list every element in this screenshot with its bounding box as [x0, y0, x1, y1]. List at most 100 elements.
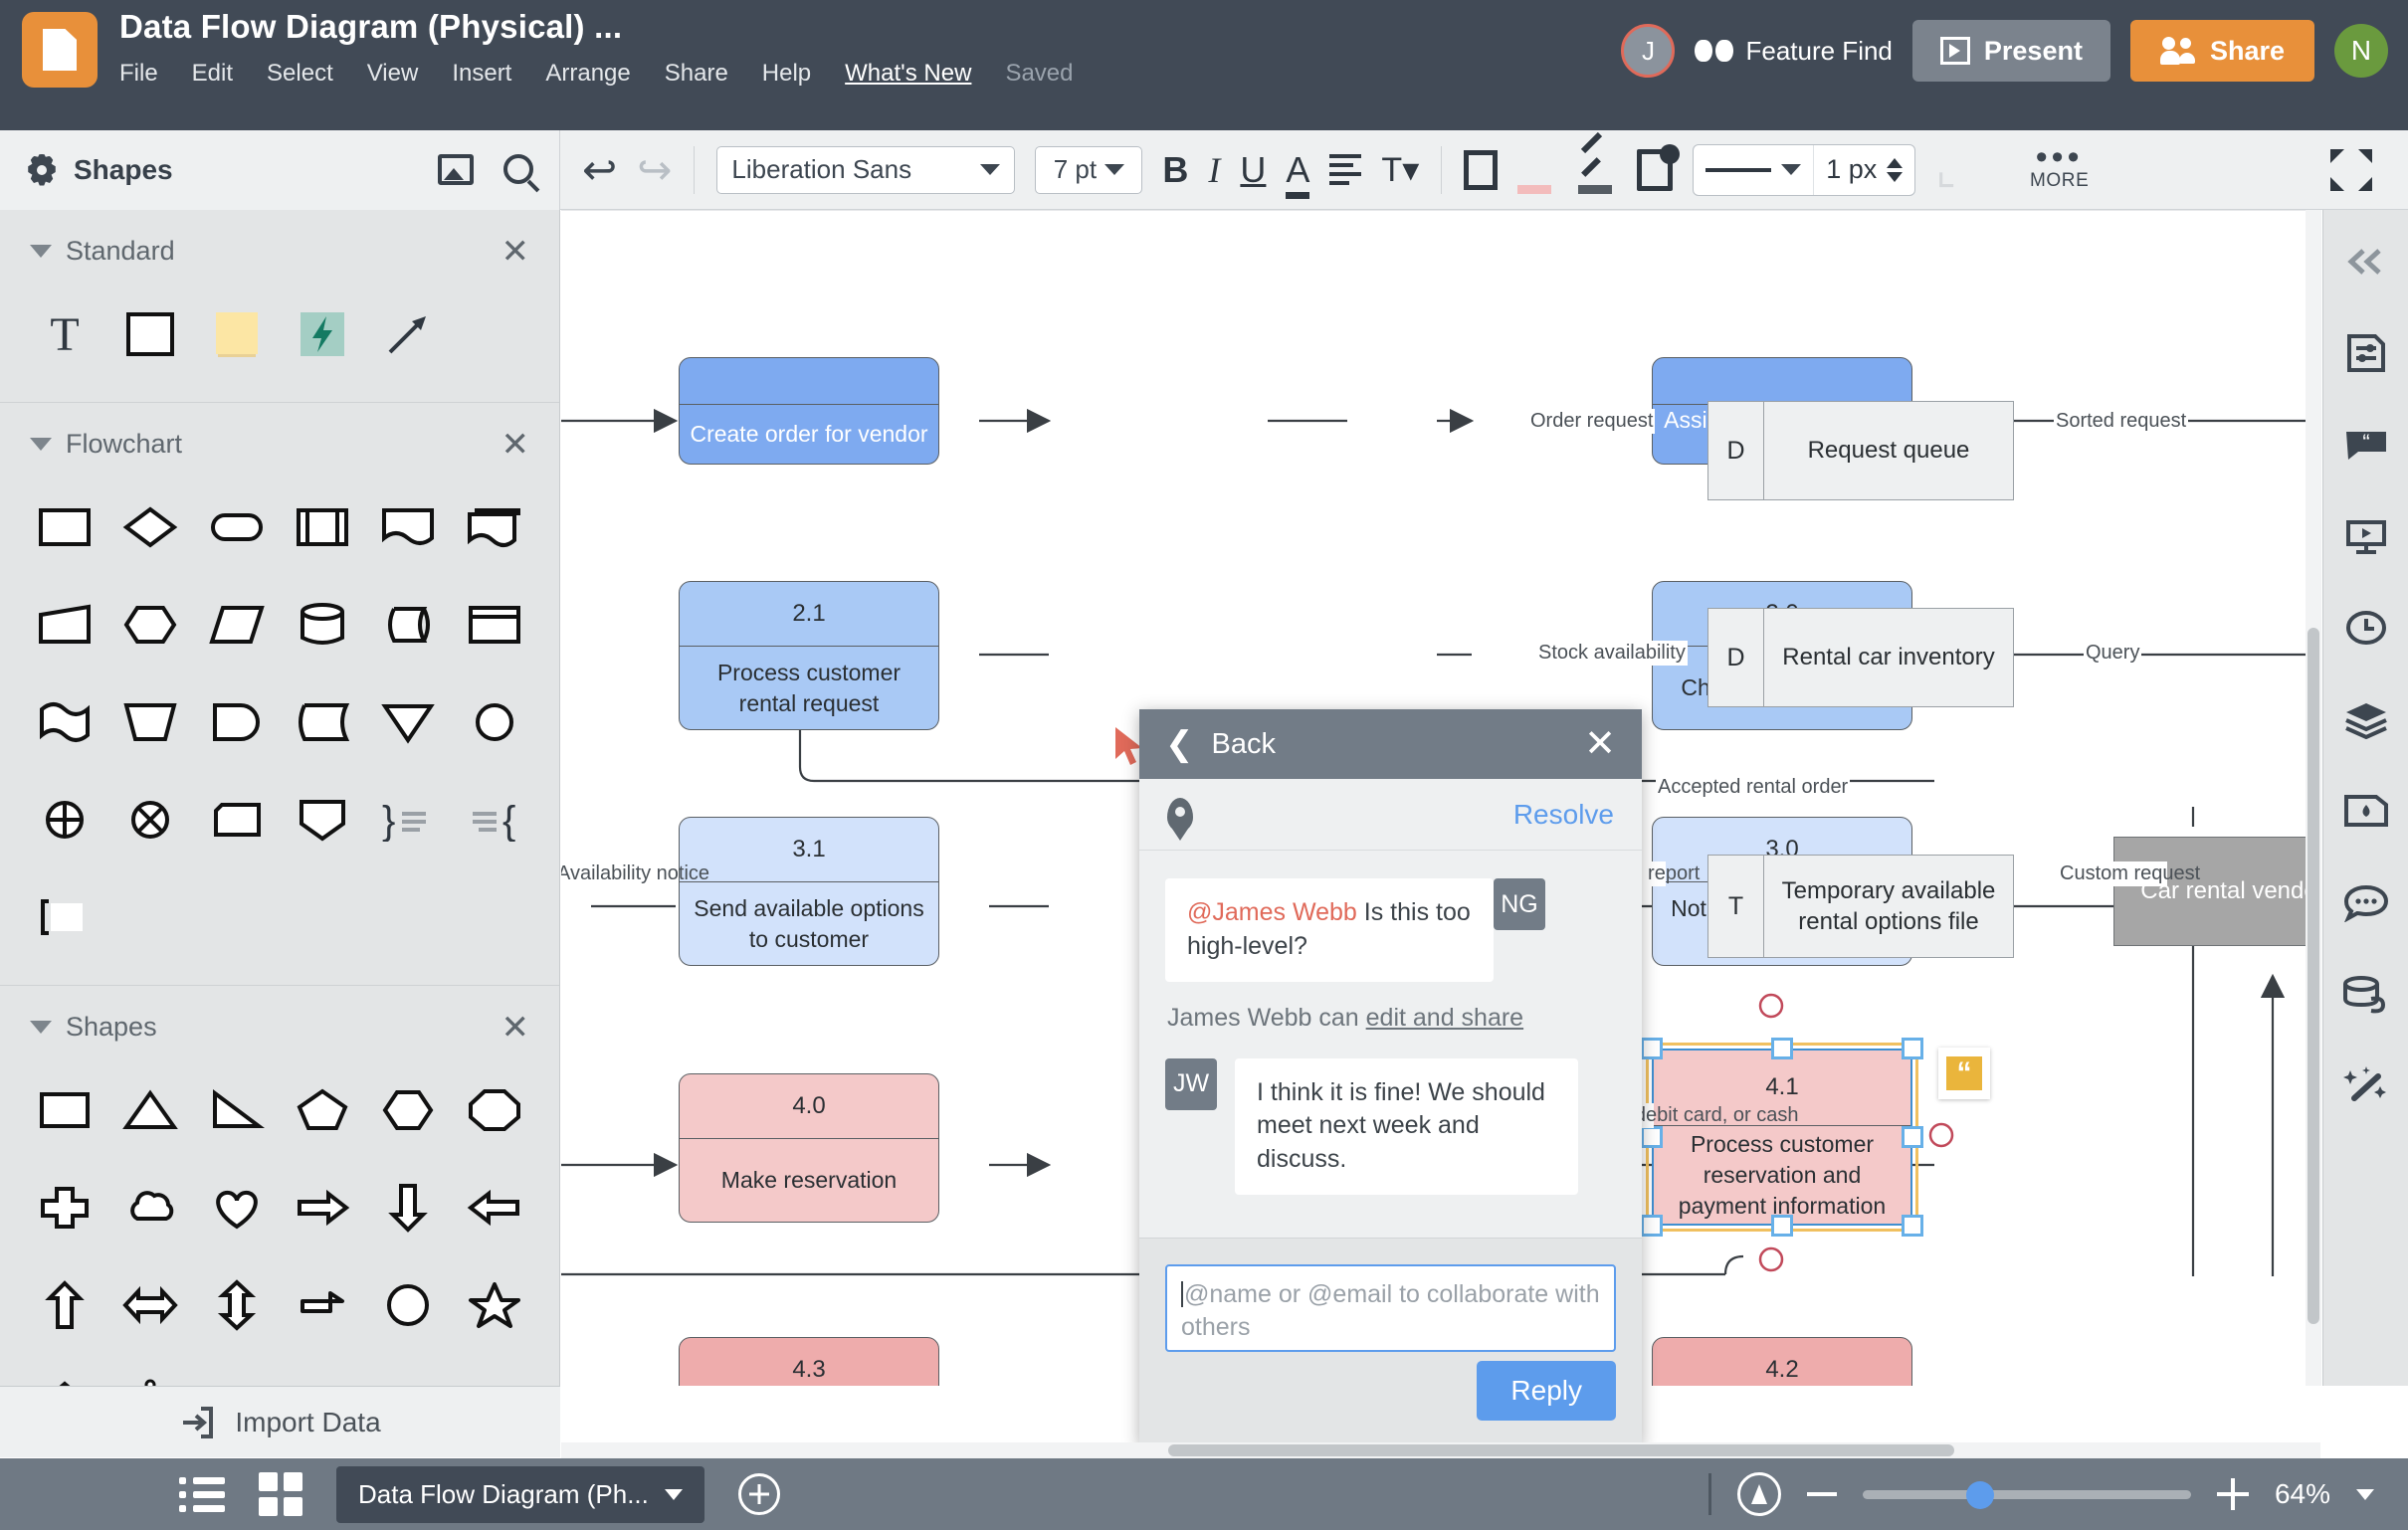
resize-handle-ne[interactable] [1902, 1038, 1923, 1059]
section-header-standard[interactable]: Standard ✕ [0, 210, 559, 285]
theme-icon[interactable] [2340, 785, 2392, 837]
shape-direct-data[interactable] [365, 585, 451, 665]
undo-icon[interactable]: ↩ [582, 148, 617, 191]
present-button[interactable]: Present [1911, 20, 2110, 82]
close-icon[interactable]: ✕ [502, 1011, 530, 1045]
page-title[interactable]: Data Flow Diagram (Physical) ... [119, 8, 1074, 46]
shape-predefined-process[interactable] [280, 487, 365, 567]
data-link-icon[interactable] [2340, 968, 2392, 1020]
diagram-node[interactable]: 2.1 Process customer rental request [679, 581, 939, 730]
menu-item-insert[interactable]: Insert [452, 60, 511, 88]
shape-hexagon[interactable] [365, 1070, 451, 1150]
presentation-icon[interactable] [2340, 510, 2392, 562]
shape-diamond[interactable] [22, 1363, 107, 1386]
menu-item-view[interactable]: View [367, 60, 419, 88]
text-align-icon[interactable] [1329, 154, 1362, 185]
font-family-select[interactable]: Liberation Sans [716, 145, 1016, 194]
section-header-shapes[interactable]: Shapes ✕ [0, 986, 559, 1060]
shape-frame-icon[interactable] [1464, 149, 1499, 190]
chevron-down-icon[interactable] [30, 245, 52, 258]
diagram-node[interactable]: 3.1 Send available options to customer [679, 817, 939, 966]
shape-data[interactable] [194, 585, 280, 665]
line-style-control[interactable]: 1 px [1693, 143, 1916, 196]
back-label[interactable]: Back [1212, 728, 1276, 761]
shape-card[interactable] [194, 780, 280, 860]
resolve-button[interactable]: Resolve [1513, 799, 1614, 831]
shape-pentagon[interactable] [280, 1070, 365, 1150]
list-view-icon[interactable] [179, 1476, 225, 1512]
navigation-compass-icon[interactable] [1736, 1472, 1781, 1516]
text-color-button[interactable]: A [1286, 149, 1310, 199]
shape-bracket[interactable] [22, 877, 107, 957]
fullscreen-icon[interactable] [2330, 148, 2372, 191]
shape-internal-storage[interactable] [452, 585, 537, 665]
horizontal-scrollbar-thumb[interactable] [1168, 1444, 1954, 1456]
line-width-stepper[interactable]: 1 px [1814, 154, 1914, 185]
shape-terminator[interactable] [194, 487, 280, 567]
line-jump-icon[interactable]: ⌞ [1935, 144, 1956, 195]
resize-handle-e[interactable] [1902, 1126, 1923, 1148]
data-store[interactable]: D Request queue [1707, 401, 2014, 500]
comment-author-avatar[interactable]: NG [1494, 878, 1545, 930]
avatar-current-user[interactable]: N [2334, 24, 2388, 78]
resize-handle-s[interactable] [1771, 1215, 1793, 1237]
close-icon[interactable]: ✕ [1584, 725, 1616, 763]
shape-lightning[interactable] [280, 294, 365, 374]
shape-right-brace[interactable]: } [365, 780, 451, 860]
bold-button[interactable]: B [1162, 149, 1188, 191]
zoom-level-label[interactable]: 64% [2275, 1478, 2330, 1510]
grid-view-icon[interactable] [259, 1472, 302, 1516]
share-button[interactable]: Share [2129, 20, 2314, 82]
shape-up-down-arrow[interactable] [194, 1265, 280, 1345]
vertical-align-icon[interactable]: T▾ [1381, 150, 1419, 190]
close-icon[interactable]: ✕ [502, 235, 530, 269]
fill-color-icon[interactable] [1517, 146, 1557, 194]
diagram-node[interactable]: 4.0 Make reservation [679, 1073, 939, 1223]
redo-icon[interactable]: ↪ [637, 148, 672, 191]
layers-icon[interactable] [2340, 693, 2392, 745]
edit-and-share-link[interactable]: edit and share [1366, 1004, 1523, 1032]
font-size-select[interactable]: 7 pt [1035, 145, 1143, 194]
shape-connector[interactable] [452, 682, 537, 762]
italic-button[interactable]: I [1208, 149, 1220, 191]
shape-or[interactable] [107, 780, 193, 860]
shape-arrow[interactable] [365, 294, 451, 374]
shape-right-arrow[interactable] [280, 1168, 365, 1247]
shape-left-arrow[interactable] [452, 1168, 537, 1247]
shape-rectangle-2[interactable] [22, 1070, 107, 1150]
shape-manual-operation[interactable] [107, 682, 193, 762]
shape-left-brace[interactable]: { [452, 780, 537, 860]
resize-handle-se[interactable] [1902, 1215, 1923, 1237]
comment-banner-icon[interactable]: “ [2340, 419, 2392, 471]
resize-handle-sw[interactable] [1641, 1215, 1663, 1237]
gear-icon[interactable] [26, 154, 58, 186]
shape-editable-pentagon[interactable] [107, 1363, 193, 1386]
shape-right-triangle[interactable] [194, 1070, 280, 1150]
page-tab-active[interactable]: Data Flow Diagram (Ph... [336, 1465, 704, 1523]
shape-stored-data[interactable] [280, 682, 365, 762]
vertical-scrollbar[interactable] [2306, 210, 2321, 1386]
shape-document[interactable] [365, 487, 451, 567]
resize-handle-w[interactable] [1641, 1126, 1663, 1148]
diagram-node[interactable]: 4.2 Confirm rental and payment [1652, 1337, 1912, 1386]
history-clock-icon[interactable] [2340, 602, 2392, 654]
shape-decision[interactable] [107, 487, 193, 567]
zoom-out-button[interactable] [1806, 1492, 1837, 1496]
shape-cloud[interactable] [107, 1168, 193, 1247]
collapse-panel-icon[interactable] [2340, 236, 2392, 287]
menu-item-select[interactable]: Select [267, 60, 333, 88]
stepper-arrows-icon[interactable] [1887, 157, 1904, 182]
whats-new-link[interactable]: What's New [845, 60, 971, 88]
data-store[interactable]: D Rental car inventory [1707, 608, 2014, 707]
shape-octagon[interactable] [452, 1070, 537, 1150]
shape-callout-arrow[interactable] [280, 1265, 365, 1345]
shape-database[interactable] [280, 585, 365, 665]
resize-handle-n[interactable] [1771, 1038, 1793, 1059]
shape-down-arrow[interactable] [365, 1168, 451, 1247]
comment-popup[interactable]: ❮ Back ✕ Resolve @James Webb Is this too… [1139, 709, 1642, 1446]
menu-item-help[interactable]: Help [762, 60, 811, 88]
section-header-flowchart[interactable]: Flowchart ✕ [0, 403, 559, 478]
comment-marker-icon[interactable]: “ [1938, 1048, 1990, 1099]
chevron-down-icon[interactable] [2356, 1488, 2374, 1500]
chevron-down-icon[interactable] [664, 1488, 683, 1500]
